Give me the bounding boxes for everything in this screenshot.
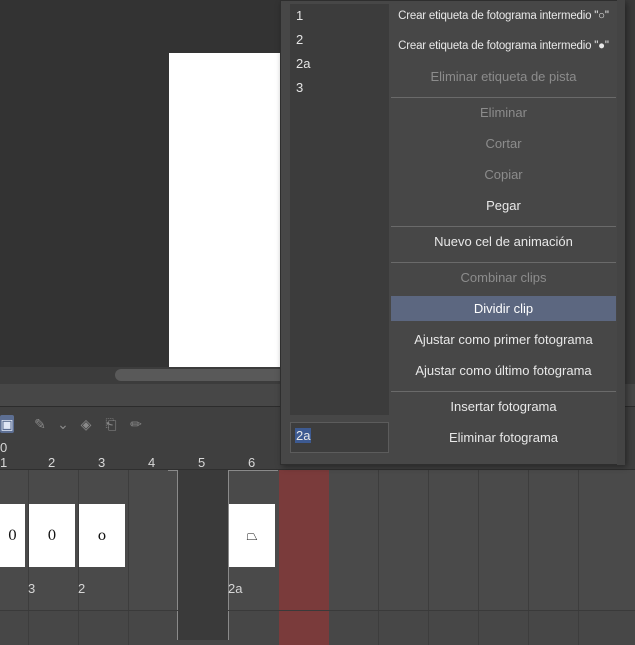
cel-label: 2 [78, 581, 86, 596]
menu-separator [391, 262, 616, 263]
empty-frame-region[interactable] [178, 470, 228, 640]
menu-separator [391, 391, 616, 392]
menu-item-split-clip[interactable]: Dividir clip [391, 296, 616, 321]
ruler-frame-1: 1 [0, 455, 8, 470]
cel-icon[interactable]: ⎗ [102, 415, 120, 433]
clip-end-bracket [168, 470, 178, 640]
menu-separator [391, 97, 616, 98]
menu-separator [391, 226, 616, 227]
ruler-frame-4: 4 [148, 455, 156, 470]
menu-item-set-first-frame[interactable]: Ajustar como primer fotograma [391, 327, 616, 352]
cel-thumbnail[interactable]: 0 [0, 504, 25, 567]
ruler-zero: 0 [0, 440, 8, 455]
cel-name-item[interactable]: 3 [296, 80, 303, 95]
menu-item-delete-track-tag[interactable]: Eliminar etiqueta de pista [391, 64, 616, 89]
menu-item-create-tag-open[interactable]: Crear etiqueta de fotograma intermedio "… [391, 3, 616, 28]
scrollbar-thumb[interactable] [115, 369, 290, 381]
pencil-icon[interactable]: ✏ [127, 415, 145, 433]
frame-divider [528, 470, 529, 645]
playhead-frame[interactable] [279, 470, 329, 645]
menu-item-new-animation-cel[interactable]: Nuevo cel de animación [391, 229, 616, 254]
menu-item-delete[interactable]: Eliminar [391, 100, 616, 125]
frame-divider [128, 470, 129, 645]
chevron-down-icon[interactable]: ⌄ [54, 415, 72, 433]
ruler-frame-5: 5 [198, 455, 206, 470]
layer-select-icon[interactable]: ▣ [0, 415, 14, 433]
cel-name-item[interactable]: 1 [296, 8, 303, 23]
bucket-icon[interactable]: ◈ [77, 415, 95, 433]
cel-label: 2a [228, 581, 243, 596]
menu-item-create-tag-filled[interactable]: Crear etiqueta de fotograma intermedio "… [391, 33, 616, 58]
menu-item-set-last-frame[interactable]: Ajustar como último fotograma [391, 358, 616, 383]
ruler-frame-6: 6 [248, 455, 256, 470]
cel-thumbnail[interactable]: 0 [29, 504, 75, 567]
track-bottom-border [0, 610, 635, 611]
frame-divider [578, 470, 579, 645]
cel-name-item[interactable]: 2 [296, 32, 303, 47]
menu-item-insert-frame[interactable]: Insertar fotograma [391, 394, 616, 419]
canvas-right-edge [625, 0, 635, 384]
frame-divider [478, 470, 479, 645]
transform-icon[interactable]: ✎ [31, 415, 49, 433]
frame-divider [378, 470, 379, 645]
cel-label: 3 [28, 581, 36, 596]
menu-item-paste[interactable]: Pegar [391, 193, 616, 218]
cel-name-item[interactable]: 2a [296, 56, 310, 71]
ruler-frame-2: 2 [48, 455, 56, 470]
cel-thumbnail[interactable]: o [79, 504, 125, 567]
canvas-paper[interactable] [169, 53, 289, 368]
ruler-frame-3: 3 [98, 455, 106, 470]
menu-item-cut[interactable]: Cortar [391, 131, 616, 156]
cel-thumbnail[interactable]: ⏢ [229, 504, 275, 567]
menu-item-copy[interactable]: Copiar [391, 162, 616, 187]
menu-item-combine-clips[interactable]: Combinar clips [391, 265, 616, 290]
menu-item-delete-frame[interactable]: Eliminar fotograma [391, 425, 616, 450]
menu-edge [617, 0, 625, 465]
cel-name-input-value[interactable]: 2a [295, 428, 312, 443]
frame-divider [428, 470, 429, 645]
